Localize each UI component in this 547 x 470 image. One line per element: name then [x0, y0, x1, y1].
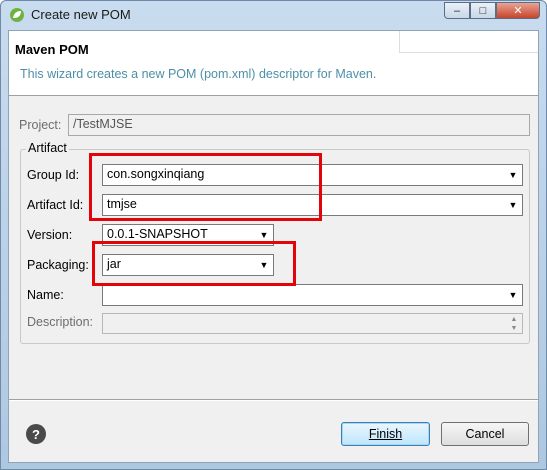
description-textarea[interactable]: ▲ ▼	[102, 313, 523, 334]
finish-button-label: Finish	[368, 427, 403, 441]
project-label: Project:	[19, 118, 62, 132]
version-value: 0.0.1-SNAPSHOT	[107, 227, 208, 241]
chevron-down-icon[interactable]: ▼	[504, 195, 522, 215]
chevron-down-icon[interactable]: ▼	[504, 285, 522, 305]
minimize-button[interactable]: –	[444, 2, 470, 19]
wizard-description: This wizard creates a new POM (pom.xml) …	[20, 67, 377, 81]
caption-buttons: – □ ✕	[444, 2, 540, 20]
scroll-down-icon[interactable]: ▼	[507, 324, 521, 333]
help-icon[interactable]: ?	[26, 424, 46, 444]
name-label: Name:	[27, 288, 64, 302]
title-bar[interactable]: Create new POM – □ ✕	[1, 1, 546, 29]
dialog-client-area: Maven POM This wizard creates a new POM …	[8, 30, 539, 463]
wizard-banner: Maven POM This wizard creates a new POM …	[9, 31, 538, 96]
dialog-window: Create new POM – □ ✕ Maven POM This wiza…	[0, 0, 547, 470]
group-id-label: Group Id:	[27, 168, 80, 182]
version-label: Version:	[27, 228, 73, 242]
banner-image	[399, 31, 538, 53]
description-label: Description:	[27, 315, 93, 329]
maximize-button[interactable]: □	[470, 2, 496, 19]
window-title: Create new POM	[31, 7, 131, 22]
close-button[interactable]: ✕	[496, 2, 540, 19]
packaging-label: Packaging:	[27, 258, 89, 272]
wizard-title: Maven POM	[15, 42, 89, 57]
spring-leaf-icon	[10, 8, 24, 22]
name-combo[interactable]: ▼	[102, 284, 523, 306]
highlight-box-packaging	[92, 241, 296, 286]
scroll-up-icon[interactable]: ▲	[507, 315, 521, 324]
cancel-button[interactable]: Cancel	[441, 422, 529, 446]
artifact-group-label: Artifact	[26, 141, 69, 155]
cancel-button-label: Cancel	[465, 427, 505, 441]
finish-button[interactable]: Finish	[341, 422, 430, 446]
highlight-box-ids	[89, 153, 322, 221]
chevron-down-icon[interactable]: ▼	[504, 165, 522, 185]
artifact-id-label: Artifact Id:	[27, 198, 84, 212]
project-field: /TestMJSE	[68, 114, 530, 136]
footer-separator	[9, 399, 538, 401]
